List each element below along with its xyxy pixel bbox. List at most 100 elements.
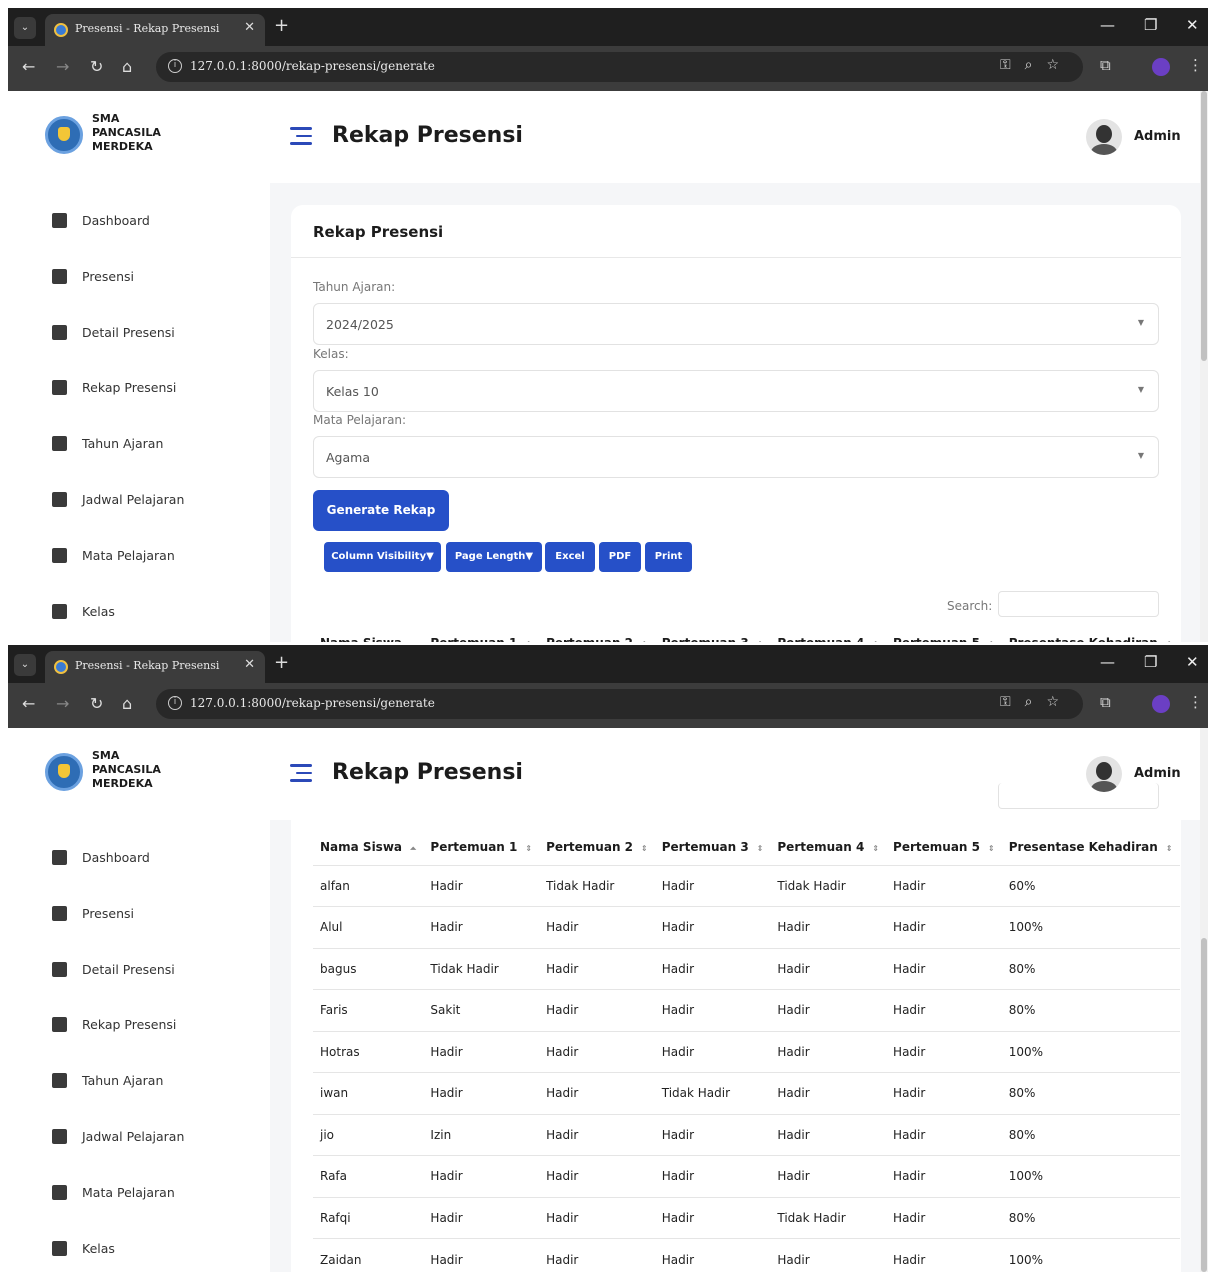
- excel-button[interactable]: Excel: [545, 542, 595, 572]
- close-window-icon[interactable]: ✕: [1186, 16, 1199, 34]
- reload-icon[interactable]: ↻: [90, 694, 103, 713]
- profile-icon[interactable]: [1152, 58, 1170, 76]
- column-visibility-button[interactable]: Column Visibility▼: [324, 542, 441, 572]
- new-tab-icon[interactable]: +: [274, 15, 289, 36]
- column-header[interactable]: Presentase Kehadiran⇕: [1002, 829, 1180, 865]
- extensions-icon[interactable]: ⧉: [1100, 56, 1111, 74]
- table-cell: Hadir: [886, 906, 1002, 948]
- column-header[interactable]: Pertemuan 1⇕: [423, 625, 539, 642]
- kelas-select[interactable]: Kelas 10 ▼: [313, 370, 1159, 412]
- sidebar-item-presensi[interactable]: Presensi: [52, 267, 252, 291]
- sidebar-item-tahun-ajaran[interactable]: Tahun Ajaran: [52, 1071, 252, 1095]
- site-info-icon[interactable]: i: [168, 59, 182, 73]
- restore-icon[interactable]: ❐: [1144, 653, 1157, 671]
- sidebar-item-kelas[interactable]: Kelas: [52, 1239, 252, 1263]
- back-icon[interactable]: ←: [22, 57, 35, 76]
- forward-icon[interactable]: →: [56, 57, 69, 76]
- table-cell: Hadir: [539, 1072, 655, 1114]
- school-logo-icon: [45, 753, 83, 791]
- bookmark-star-icon[interactable]: ☆: [1046, 694, 1073, 710]
- forward-icon[interactable]: →: [56, 694, 69, 713]
- sidebar-item-jadwal-pelajaran[interactable]: Jadwal Pelajaran: [52, 490, 252, 514]
- avatar[interactable]: [1086, 119, 1122, 155]
- column-header[interactable]: Pertemuan 2⇕: [539, 625, 655, 642]
- scrollbar-thumb[interactable]: [1201, 91, 1207, 361]
- browser-menu-icon[interactable]: ⋮: [1188, 693, 1203, 711]
- browser-tab[interactable]: Presensi - Rekap Presensi ✕: [45, 14, 265, 46]
- restore-icon[interactable]: ❐: [1144, 16, 1157, 34]
- profile-icon[interactable]: [1152, 695, 1170, 713]
- home-icon[interactable]: ⌂: [122, 694, 132, 713]
- sidebar-item-detail-presensi[interactable]: Detail Presensi: [52, 323, 252, 347]
- tab-close-icon[interactable]: ✕: [244, 657, 255, 672]
- page-scrollbar[interactable]: [1200, 728, 1208, 1272]
- print-button[interactable]: Print: [645, 542, 692, 572]
- home-icon[interactable]: ⌂: [122, 57, 132, 76]
- hamburger-menu-icon[interactable]: [290, 764, 312, 782]
- bookmark-star-icon[interactable]: ☆: [1046, 57, 1073, 73]
- minimize-icon[interactable]: —: [1100, 16, 1115, 34]
- column-header[interactable]: Pertemuan 4⇕: [770, 625, 886, 642]
- table-cell: iwan: [313, 1072, 424, 1114]
- address-bar[interactable]: i 127.0.0.1:8000/rekap-presensi/generate…: [156, 52, 1083, 82]
- sort-icon: ⇕: [1166, 640, 1173, 642]
- column-header[interactable]: Pertemuan 4⇕: [770, 829, 886, 865]
- search-input[interactable]: [998, 783, 1159, 809]
- tab-search-icon[interactable]: ⌄: [14, 654, 36, 676]
- user-name[interactable]: Admin: [1134, 766, 1181, 781]
- sidebar-item-kelas[interactable]: Kelas: [52, 602, 252, 626]
- sidebar-item-mata-pelajaran[interactable]: Mata Pelajaran: [52, 546, 252, 570]
- column-header[interactable]: Pertemuan 3⇕: [655, 625, 771, 642]
- pdf-button[interactable]: PDF: [599, 542, 641, 572]
- sidebar-item-mata-pelajaran[interactable]: Mata Pelajaran: [52, 1183, 252, 1207]
- column-header[interactable]: Pertemuan 2⇕: [539, 829, 655, 865]
- page-length-button[interactable]: Page Length▼: [446, 542, 542, 572]
- zoom-icon[interactable]: ⌕: [1025, 694, 1047, 710]
- calendar-check-icon: [52, 962, 67, 977]
- sidebar-item-presensi[interactable]: Presensi: [52, 904, 252, 928]
- close-window-icon[interactable]: ✕: [1186, 653, 1199, 671]
- extensions-icon[interactable]: ⧉: [1100, 693, 1111, 711]
- user-name[interactable]: Admin: [1134, 129, 1181, 144]
- sidebar-item-dashboard[interactable]: Dashboard: [52, 211, 252, 235]
- column-header[interactable]: Presentase Kehadiran⇕: [1002, 625, 1180, 642]
- column-header[interactable]: Pertemuan 3⇕: [655, 829, 771, 865]
- sidebar-item-rekap-presensi[interactable]: Rekap Presensi: [52, 1015, 252, 1039]
- address-bar[interactable]: i 127.0.0.1:8000/rekap-presensi/generate…: [156, 689, 1083, 719]
- new-tab-icon[interactable]: +: [274, 652, 289, 673]
- tahun-ajaran-select[interactable]: 2024/2025 ▼: [313, 303, 1159, 345]
- table-cell: Hadir: [886, 1155, 1002, 1197]
- browser-tab[interactable]: Presensi - Rekap Presensi ✕: [45, 651, 265, 683]
- hamburger-menu-icon[interactable]: [290, 127, 312, 145]
- sidebar-item-jadwal-pelajaran[interactable]: Jadwal Pelajaran: [52, 1127, 252, 1151]
- sidebar-item-dashboard[interactable]: Dashboard: [52, 848, 252, 872]
- zoom-icon[interactable]: ⌕: [1025, 57, 1047, 73]
- password-key-icon[interactable]: ⚿: [1000, 694, 1025, 710]
- chevron-down-icon: ▼: [1137, 451, 1144, 460]
- browser-menu-icon[interactable]: ⋮: [1188, 56, 1203, 74]
- scrollbar-thumb[interactable]: [1201, 938, 1207, 1272]
- column-header[interactable]: Nama Siswa⏶: [313, 625, 423, 642]
- mata-pelajaran-select[interactable]: Agama ▼: [313, 436, 1159, 478]
- table-row: jio Izin Hadir Hadir Hadir Hadir 80%: [313, 1113, 1180, 1156]
- site-info-icon[interactable]: i: [168, 696, 182, 710]
- calendar-check-icon: [52, 269, 67, 284]
- sidebar-item-rekap-presensi[interactable]: Rekap Presensi: [52, 378, 252, 402]
- back-icon[interactable]: ←: [22, 694, 35, 713]
- table-cell: Rafqi: [313, 1196, 424, 1239]
- reload-icon[interactable]: ↻: [90, 57, 103, 76]
- sidebar-item-detail-presensi[interactable]: Detail Presensi: [52, 960, 252, 984]
- tab-close-icon[interactable]: ✕: [244, 20, 255, 35]
- column-header[interactable]: Pertemuan 1⇕: [423, 829, 539, 865]
- column-header[interactable]: Pertemuan 5⇕: [886, 625, 1002, 642]
- password-key-icon[interactable]: ⚿: [1000, 57, 1025, 73]
- sidebar-item-tahun-ajaran[interactable]: Tahun Ajaran: [52, 434, 252, 458]
- column-header[interactable]: Nama Siswa⏶: [313, 829, 423, 865]
- page-scrollbar[interactable]: [1200, 91, 1208, 642]
- minimize-icon[interactable]: —: [1100, 653, 1115, 671]
- tab-search-icon[interactable]: ⌄: [14, 17, 36, 39]
- address-toolbar: ← → ↻ ⌂ i 127.0.0.1:8000/rekap-presensi/…: [8, 46, 1208, 91]
- generate-rekap-button[interactable]: Generate Rekap: [313, 490, 449, 531]
- column-header[interactable]: Pertemuan 5⇕: [886, 829, 1002, 865]
- search-input[interactable]: [998, 591, 1159, 617]
